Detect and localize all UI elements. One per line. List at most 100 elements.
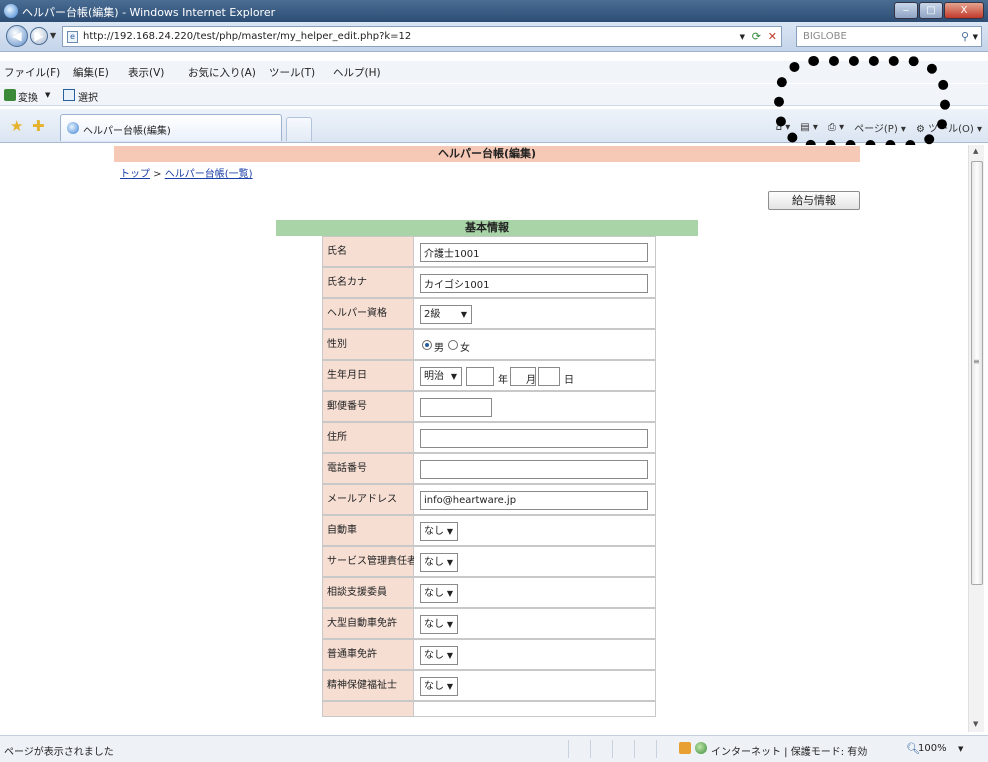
normal-license-select[interactable]: なし ▼	[420, 646, 458, 665]
convert-icon	[4, 89, 16, 101]
maximize-button[interactable]: □	[919, 2, 943, 19]
minimize-button[interactable]: ‒	[894, 2, 918, 19]
new-tab-button[interactable]	[286, 117, 312, 141]
search-input[interactable]: BIGLOBE ⚲ ▼	[796, 26, 982, 47]
close-button[interactable]: X	[944, 2, 984, 19]
car-value: なし	[424, 526, 444, 537]
zoom-dropdown-icon[interactable]: ▼	[958, 745, 963, 753]
menu-favorites[interactable]: お気に入り(A)	[188, 65, 256, 80]
kana-field[interactable]	[420, 274, 648, 293]
service-manager-cell: なし ▼	[414, 546, 656, 577]
form-row-kana: 氏名カナ	[322, 267, 656, 298]
era-select[interactable]: 明治 ▼	[420, 367, 462, 386]
postal-field[interactable]	[420, 398, 492, 417]
page-content: ヘルパー台帳(編集) トップ > ヘルパー台帳(一覧) 給与情報 基本情報 氏名…	[4, 145, 968, 732]
form-row-psw: 精神保健福祉士 なし ▼	[322, 670, 656, 701]
birth-day-input[interactable]	[538, 367, 560, 386]
scroll-up-icon[interactable]: ▲	[973, 147, 978, 155]
home-icon[interactable]: ⌂ ▾	[776, 122, 791, 133]
name-field[interactable]	[420, 243, 648, 262]
window-controls: ‒ □ X	[894, 2, 984, 20]
breadcrumb-top-link[interactable]: トップ	[120, 169, 150, 180]
psw-select[interactable]: なし ▼	[420, 677, 458, 696]
car-cell: なし ▼	[414, 515, 656, 546]
phone-field[interactable]	[420, 460, 648, 479]
security-zone-text[interactable]: インターネット | 保護モード: 有効	[711, 743, 867, 758]
forward-button[interactable]: ▶	[30, 27, 48, 45]
vertical-scrollbar[interactable]: ▲ ≡ ▼	[968, 145, 984, 732]
tab-helper-edit[interactable]: ヘルパー台帳(編集)	[60, 114, 282, 141]
large-license-label: 大型自動車免許	[322, 608, 414, 639]
menu-edit[interactable]: 編集(E)	[73, 65, 109, 80]
service-manager-select[interactable]: なし ▼	[420, 553, 458, 572]
psw-cell: なし ▼	[414, 670, 656, 701]
refresh-icon[interactable]: ⟳	[752, 30, 761, 43]
kana-label: 氏名カナ	[322, 267, 414, 298]
tab-page-icon	[67, 122, 79, 134]
normal-license-cell: なし ▼	[414, 639, 656, 670]
qualification-select[interactable]: 2級 ▼	[420, 305, 472, 324]
tools-menu[interactable]: ⚙ ツール(O) ▾	[916, 120, 982, 135]
status-divider	[612, 740, 613, 758]
day-unit: 日	[564, 375, 574, 386]
convert-dropdown-icon[interactable]: ▼	[45, 91, 50, 99]
gender-cell: 男 女	[414, 329, 656, 360]
scroll-down-icon[interactable]: ▼	[973, 720, 978, 728]
stop-icon[interactable]: ✕	[768, 30, 777, 43]
status-divider	[568, 740, 569, 758]
address-bar: ◀ ▶ ▼ e http://192.168.24.220/test/php/m…	[0, 22, 988, 52]
title-bar: ヘルパー台帳(編集) - Windows Internet Explorer ‒…	[0, 0, 988, 22]
salary-info-button[interactable]: 給与情報	[768, 191, 860, 210]
service-manager-label: サービス管理責任者	[322, 546, 417, 577]
gender-male-label: 男	[434, 343, 444, 354]
url-dropdown-icon[interactable]: ▼	[740, 33, 745, 41]
favorites-star-icon[interactable]: ★	[10, 117, 23, 135]
add-favorites-icon[interactable]: ✚	[32, 117, 45, 135]
recent-pages-dropdown[interactable]: ▼	[50, 31, 56, 40]
form-row-car: 自動車 なし ▼	[322, 515, 656, 546]
car-select[interactable]: なし ▼	[420, 522, 458, 541]
status-divider	[634, 740, 635, 758]
url-text: http://192.168.24.220/test/php/master/my…	[83, 31, 412, 42]
form-row-phone: 電話番号	[322, 453, 656, 484]
select-button[interactable]: 選択	[78, 89, 98, 104]
form-row-partial	[322, 701, 656, 717]
form-row-normal-license: 普通車免許 なし ▼	[322, 639, 656, 670]
form-row-birthdate: 生年月日 明治 ▼ 年 月 日	[322, 360, 656, 391]
scroll-thumb[interactable]	[971, 161, 983, 585]
print-icon[interactable]: ⎙ ▾	[828, 122, 844, 133]
menu-view[interactable]: 表示(V)	[128, 65, 164, 80]
menu-file[interactable]: ファイル(F)	[4, 65, 60, 80]
menu-bar: ファイル(F) 編集(E) 表示(V) お気に入り(A) ツール(T) ヘルプ(…	[0, 61, 988, 83]
chevron-down-icon: ▼	[446, 682, 453, 691]
menu-help[interactable]: ヘルプ(H)	[333, 65, 381, 80]
page-icon: e	[67, 31, 78, 43]
email-field[interactable]	[420, 491, 648, 510]
feeds-icon[interactable]: ▤ ▾	[800, 122, 818, 133]
menu-tools[interactable]: ツール(T)	[269, 65, 315, 80]
birthdate-label: 生年月日	[322, 360, 414, 391]
address-field[interactable]	[420, 429, 648, 448]
consultation-label: 相談支援委員	[322, 577, 414, 608]
search-icon[interactable]: ⚲	[961, 30, 969, 43]
window-title: ヘルパー台帳(編集) - Windows Internet Explorer	[22, 6, 276, 19]
birth-year-input[interactable]	[466, 367, 494, 386]
large-license-select[interactable]: なし ▼	[420, 615, 458, 634]
consultation-select[interactable]: なし ▼	[420, 584, 458, 603]
breadcrumb-list-link[interactable]: ヘルパー台帳(一覧)	[165, 169, 253, 180]
gender-female-radio[interactable]	[448, 340, 458, 350]
page-menu-label: ページ(P)	[854, 123, 898, 135]
form-row-postal: 郵便番号	[322, 391, 656, 422]
url-field[interactable]: e http://192.168.24.220/test/php/master/…	[62, 26, 782, 47]
gender-male-radio[interactable]	[422, 340, 432, 350]
search-dropdown-icon[interactable]: ▼	[973, 33, 978, 41]
zoom-level[interactable]: 100%	[918, 743, 947, 754]
status-divider	[590, 740, 591, 758]
partial-label-cell	[322, 701, 414, 717]
back-button[interactable]: ◀	[6, 25, 28, 47]
convert-button[interactable]: 変換	[18, 89, 38, 104]
partial-value-cell	[414, 701, 656, 717]
page-menu[interactable]: ページ(P) ▾	[854, 120, 906, 135]
form-row-name: 氏名	[322, 236, 656, 267]
address-label: 住所	[322, 422, 414, 453]
